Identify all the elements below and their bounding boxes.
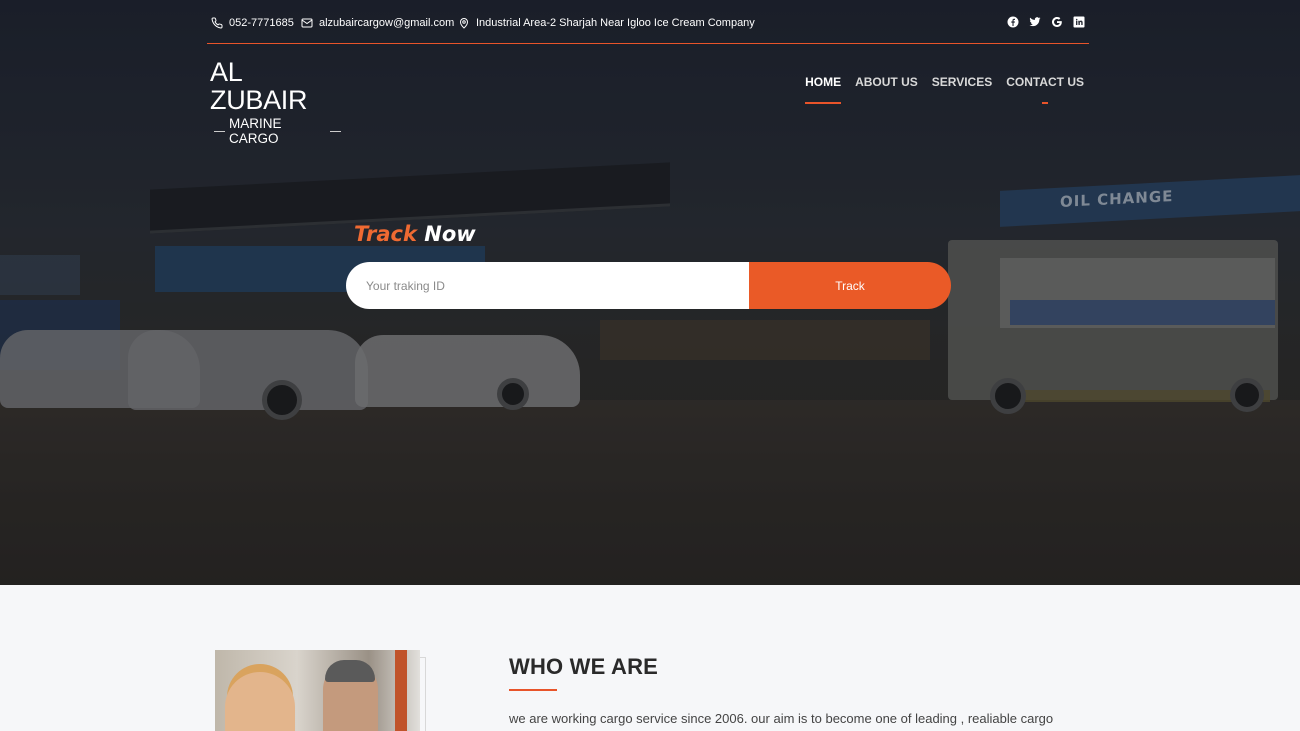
contact-phone-text: 052-7771685	[229, 17, 294, 29]
about-section: WHO WE ARE we are working cargo service …	[0, 585, 1300, 731]
about-text: we are working cargo service since 2006.…	[509, 711, 1054, 726]
about-title-underline	[509, 689, 557, 691]
phone-icon	[211, 17, 223, 29]
track-title-part1: Track	[354, 222, 417, 246]
nav-contact-us[interactable]: CONTACT US	[1006, 75, 1084, 104]
twitter-icon[interactable]	[1028, 15, 1041, 28]
tracking-id-input[interactable]	[346, 262, 749, 309]
social-links	[1006, 15, 1085, 28]
top-contact-bar: 052-7771685 alzubaircargow@gmail.com Ind…	[207, 8, 1089, 44]
site-logo[interactable]: AL ZUBAIR MARINE CARGO	[210, 58, 345, 146]
track-title-part2: Now	[424, 222, 476, 246]
contact-address: Industrial Area-2 Sharjah Near Igloo Ice…	[458, 17, 755, 29]
about-image-person-hair	[325, 660, 375, 682]
logo-main-text: AL ZUBAIR	[210, 57, 308, 115]
google-icon[interactable]	[1050, 15, 1063, 28]
mail-icon	[301, 18, 313, 28]
facebook-icon[interactable]	[1006, 15, 1019, 28]
nav-services[interactable]: SERVICES	[932, 75, 992, 95]
location-pin-icon	[459, 18, 469, 29]
logo-dash-left	[214, 130, 225, 132]
about-image-accent	[395, 650, 407, 731]
track-button[interactable]: Track	[749, 262, 951, 309]
about-title: WHO WE ARE	[509, 654, 659, 679]
nav-home[interactable]: HOME	[805, 75, 842, 104]
logo-dash-right	[329, 130, 341, 132]
contact-email[interactable]: alzubaircargow@gmail.com	[301, 17, 454, 29]
linkedin-icon[interactable]	[1072, 15, 1085, 28]
about-image	[215, 650, 420, 731]
contact-email-text: alzubaircargow@gmail.com	[319, 17, 455, 29]
contact-address-text: Industrial Area-2 Sharjah Near Igloo Ice…	[476, 17, 755, 29]
track-title: Track Now	[354, 222, 476, 246]
nav-about-us[interactable]: ABOUT US	[855, 75, 918, 95]
contact-phone[interactable]: 052-7771685	[211, 17, 294, 29]
track-form: Track	[346, 262, 951, 309]
logo-sub: MARINE CARGO	[210, 116, 345, 146]
logo-sub-text: MARINE CARGO	[229, 116, 282, 146]
main-nav: HOME ABOUT US SERVICES CONTACT US	[805, 75, 1084, 104]
